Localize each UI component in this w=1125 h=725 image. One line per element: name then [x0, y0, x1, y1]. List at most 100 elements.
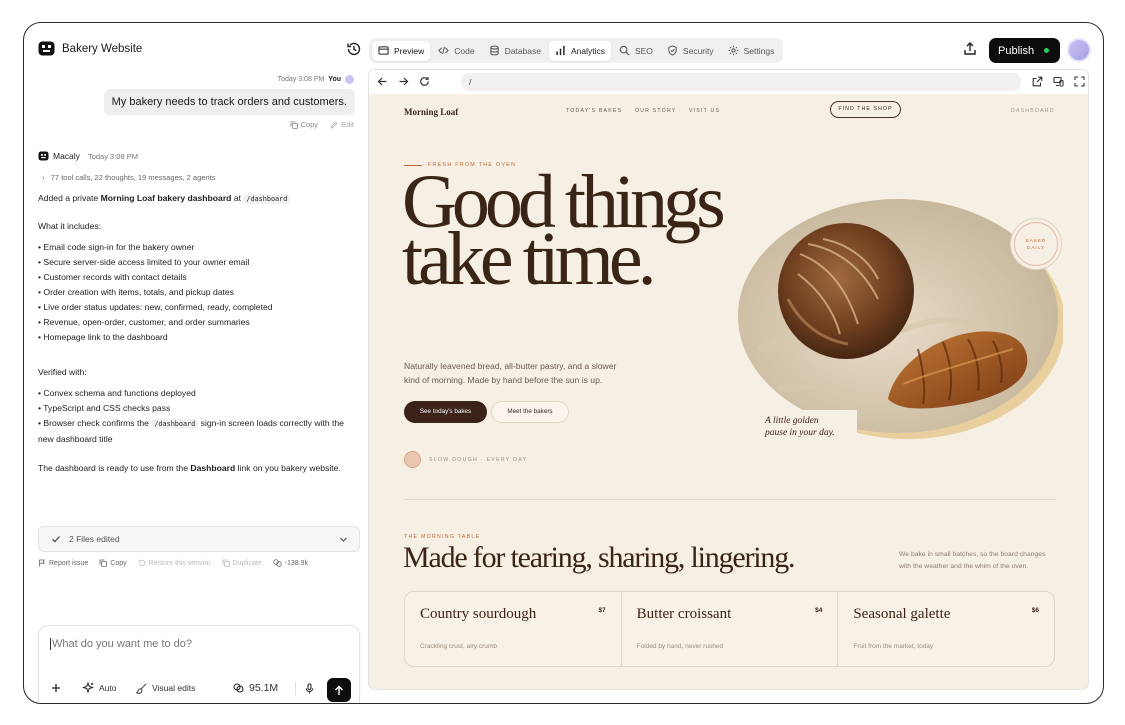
- project-title[interactable]: Bakery Website: [62, 43, 142, 55]
- tab-database[interactable]: Database: [483, 41, 547, 61]
- product-price: $4: [815, 607, 823, 614]
- badge-line-1: BAKED: [1025, 238, 1047, 243]
- site-logo[interactable]: Morning Loaf: [404, 107, 458, 117]
- responsive-devices-icon[interactable]: [1053, 76, 1064, 87]
- publish-button[interactable]: Publish: [989, 38, 1060, 63]
- reload-icon[interactable]: [419, 76, 430, 87]
- tab-seo[interactable]: SEO: [613, 41, 659, 61]
- user-message-bubble: My bakery needs to track orders and cust…: [103, 89, 355, 115]
- tab-settings[interactable]: Settings: [722, 41, 781, 61]
- product-card[interactable]: Seasonal galette $6 Fruit from the marke…: [838, 592, 1054, 666]
- fullscreen-icon[interactable]: [1074, 76, 1085, 87]
- copy-response-button[interactable]: Copy: [99, 559, 127, 567]
- hero-caption: A little golden pause in your day.: [755, 410, 857, 447]
- prompt-input[interactable]: [50, 638, 340, 650]
- user-name: You: [328, 76, 341, 83]
- restore-version-button[interactable]: Restore this version: [138, 559, 211, 567]
- visual-edits-button[interactable]: Visual edits: [136, 676, 195, 700]
- list-item: • TypeScript and CSS checks pass: [38, 403, 171, 413]
- app-window: Bakery Website Preview Code Database Ana…: [23, 22, 1104, 704]
- tab-label: Code: [454, 45, 475, 56]
- toolbar-divider: [295, 682, 296, 695]
- report-issue-label: Report issue: [49, 559, 89, 567]
- meet-bakers-button[interactable]: Meet the bakers: [491, 401, 569, 423]
- copy-response-label: Copy: [110, 559, 127, 567]
- publish-label: Publish: [998, 44, 1035, 57]
- check-icon: [52, 536, 60, 543]
- list-item: • Homepage link to the dashboard: [38, 332, 168, 342]
- tab-label: Preview: [394, 45, 425, 56]
- voice-input-button[interactable]: [305, 676, 314, 700]
- intro-mid: at: [231, 193, 244, 203]
- closing-bold: Dashboard: [190, 463, 236, 473]
- find-shop-button[interactable]: FIND THE SHOP: [830, 101, 901, 118]
- user-message-meta: Today 3:08 PM You: [278, 75, 354, 84]
- tab-preview[interactable]: Preview: [372, 40, 431, 61]
- site-nav-dashboard[interactable]: DASHBOARD: [1011, 108, 1055, 114]
- product-card[interactable]: Country sourdough $7 Crackling crust, ai…: [405, 592, 622, 666]
- back-arrow-icon[interactable]: [377, 76, 388, 87]
- site-nav-visit-us[interactable]: VISIT US: [689, 108, 720, 114]
- product-name: Country sourdough: [420, 606, 537, 622]
- agent-name: Macaly: [53, 151, 80, 161]
- intro-bold: Morning Loaf bakery dashboard: [100, 193, 232, 203]
- visual-edits-label: Visual edits: [152, 683, 196, 693]
- dashboard-route-code: /dashboard: [243, 194, 291, 204]
- verified-3-prefix: • Browser check confirms the: [38, 418, 152, 428]
- shield-icon: [668, 45, 677, 56]
- auto-mode-label: Auto: [99, 683, 117, 693]
- list-item: • Order creation with items, totals, and…: [38, 287, 234, 297]
- auto-mode-button[interactable]: Auto: [82, 676, 117, 700]
- product-name: Seasonal galette: [853, 606, 951, 622]
- composer-toolbar: Auto Visual edits 95.1M: [39, 676, 359, 700]
- microphone-icon: [305, 683, 314, 693]
- product-card[interactable]: Butter croissant $4 Folded by hand, neve…: [622, 592, 839, 666]
- tab-label: SEO: [634, 45, 653, 56]
- open-external-icon[interactable]: [1032, 76, 1043, 87]
- section-note: We bake in small batches, so the board c…: [899, 551, 1046, 570]
- restore-version-label: Restore this version: [148, 559, 211, 567]
- user-avatar[interactable]: [1067, 38, 1091, 62]
- site-nav-todays-bakes[interactable]: TODAY'S BAKES: [566, 108, 622, 114]
- see-bakes-button[interactable]: See today's bakes: [404, 401, 487, 423]
- product-description: Folded by hand, never rushed: [636, 643, 724, 650]
- publish-status-dot: [1044, 48, 1049, 53]
- closing-line: The dashboard is ready to use from the D…: [38, 461, 353, 476]
- chevron-down-icon: [340, 537, 347, 542]
- report-issue-button[interactable]: Report issue: [38, 559, 88, 567]
- database-icon: [489, 45, 499, 56]
- tab-code[interactable]: Code: [432, 41, 480, 61]
- preview-icon: [378, 46, 389, 55]
- add-attachment-button[interactable]: [51, 676, 61, 700]
- intro-line: Added a private Morning Loaf bakery dash…: [38, 191, 353, 207]
- product-price: $7: [598, 607, 606, 614]
- analytics-icon: [556, 45, 565, 56]
- tab-analytics[interactable]: Analytics: [548, 40, 611, 61]
- forward-arrow-icon[interactable]: [398, 76, 409, 87]
- tab-security[interactable]: Security: [661, 41, 720, 61]
- section-title: Made for tearing, sharing, lingering.: [403, 541, 796, 574]
- copy-button[interactable]: Copy: [290, 120, 318, 129]
- tool-summary-toggle[interactable]: › 77 tool calls, 22 thoughts, 19 message…: [42, 173, 215, 182]
- edit-button[interactable]: Edit: [330, 120, 354, 129]
- history-icon[interactable]: [346, 41, 362, 57]
- send-button[interactable]: [327, 678, 351, 702]
- address-bar[interactable]: /: [461, 73, 1021, 91]
- closing-suffix: link on you bakery website.: [235, 463, 341, 473]
- list-item: • Email code sign-in for the bakery owne…: [38, 242, 195, 252]
- duplicate-button[interactable]: Duplicate: [222, 559, 262, 567]
- tab-label: Analytics: [570, 45, 605, 56]
- list-item: • Live order status updates: new, confir…: [38, 302, 273, 312]
- brush-icon: [136, 683, 147, 694]
- token-usage: -138.9k: [272, 559, 308, 567]
- caption-line-1: A little golden: [765, 416, 819, 426]
- product-price: $6: [1031, 607, 1040, 614]
- tab-label: Database: [504, 45, 541, 56]
- share-icon[interactable]: [962, 41, 978, 57]
- product-description: Crackling crust, airy crumb: [420, 643, 497, 650]
- user-message-time: Today 3:08 PM: [277, 76, 325, 83]
- files-edited-toggle[interactable]: 2 Files edited: [38, 526, 360, 552]
- code-icon: [438, 46, 450, 55]
- badge-inner: BAKED DAILY: [1014, 222, 1058, 266]
- site-nav-our-story[interactable]: OUR STORY: [635, 108, 676, 114]
